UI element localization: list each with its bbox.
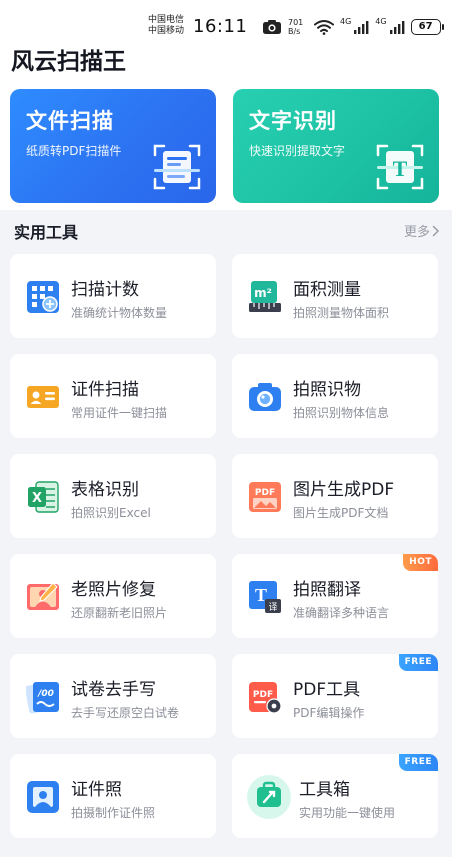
exam-paper-icon: /00 — [26, 682, 59, 714]
tool-desc: 常用证件一键扫描 — [71, 406, 168, 420]
tool-name: 面积测量 — [293, 280, 361, 300]
app-title: 风云扫描王 — [11, 49, 126, 75]
tool-name: 拍照识物 — [293, 380, 361, 400]
image-pdf-icon: PDF — [249, 482, 281, 512]
text-recognition-card[interactable]: 文字识别 快速识别提取文字 T — [233, 89, 439, 203]
ocr-glyph: T — [393, 156, 408, 181]
tool-card-toolbox[interactable]: FREE 工具箱 实用功能一键使用 — [232, 754, 438, 838]
tool-card-image-to-pdf[interactable]: PDF 图片生成PDF 图片生成PDF文档 — [232, 454, 438, 538]
excel-icon: X — [28, 481, 59, 513]
more-label: 更多 — [403, 225, 430, 240]
tool-card-area-measure[interactable]: m² 面积测量 拍照测量物体面积 — [232, 254, 438, 338]
tool-name: 试卷去手写 — [71, 680, 156, 700]
chevron-right-icon — [432, 225, 440, 236]
tool-name: 工具箱 — [299, 780, 350, 800]
tool-name: 老照片修复 — [71, 580, 156, 600]
tool-card-scan-count[interactable]: 扫描计数 准确统计物体数量 — [10, 254, 216, 338]
carrier-2: 中国移动 — [148, 26, 185, 36]
signal-icon-1 — [354, 21, 369, 34]
area-unit-glyph: m² — [254, 286, 272, 300]
tool-name: 扫描计数 — [71, 280, 139, 300]
network-type-1: 4G — [340, 16, 352, 26]
tool-desc: 拍照识别物体信息 — [293, 406, 390, 420]
ruler-area-icon: m² — [249, 281, 281, 312]
text-recognition-subtitle: 快速识别提取文字 — [249, 144, 346, 158]
section-title: 实用工具 — [14, 223, 79, 242]
tool-name: 证件扫描 — [71, 380, 139, 400]
tool-desc: 准确翻译多种语言 — [293, 606, 390, 620]
tool-desc: 准确统计物体数量 — [71, 306, 168, 320]
speed-value: 701 — [288, 18, 304, 27]
tool-name: 证件照 — [71, 780, 122, 800]
tool-desc: 拍摄制作证件照 — [71, 806, 156, 820]
carrier-1: 中国电信 — [148, 15, 185, 25]
tool-card-pdf-tools[interactable]: FREE PDF PDF工具 PDF编辑操作 — [232, 654, 438, 738]
signal-icon-2 — [389, 21, 404, 34]
file-scan-card[interactable]: 文件扫描 纸质转PDF扫描件 — [10, 89, 216, 203]
tool-desc: 拍照识别Excel — [71, 506, 151, 520]
camera-icon — [249, 383, 281, 411]
free-badge: FREE — [398, 754, 438, 771]
tool-card-exam-cleaner[interactable]: /00 试卷去手写 去手写还原空白试卷 — [10, 654, 216, 738]
tool-desc: 实用功能一键使用 — [299, 806, 396, 820]
photo-restore-icon — [27, 582, 59, 610]
tool-desc: PDF编辑操作 — [293, 706, 365, 720]
pdf-glyph: PDF — [255, 488, 275, 498]
hot-badge: HOT — [403, 554, 438, 571]
tool-name: PDF工具 — [293, 680, 361, 700]
wifi-icon — [314, 20, 334, 35]
more-link[interactable]: 更多 — [404, 221, 440, 240]
file-scan-title: 文件扫描 — [26, 109, 114, 133]
toolbox-icon — [247, 775, 291, 819]
translate-sub-glyph: 译 — [268, 602, 277, 613]
tool-desc: 还原翻新老旧照片 — [71, 606, 168, 620]
tool-desc: 拍照测量物体面积 — [293, 306, 390, 320]
grid-count-icon — [27, 281, 59, 313]
text-recognition-title: 文字识别 — [249, 109, 337, 133]
exam-glyph: /00 — [37, 689, 54, 699]
id-card-icon — [27, 386, 59, 408]
speed-unit: B/s — [288, 27, 301, 36]
free-badge: FREE — [398, 654, 438, 671]
translate-icon: T 译 — [249, 581, 281, 613]
pdf-tools-glyph: PDF — [253, 690, 273, 700]
network-speed: 701 B/s — [288, 18, 308, 36]
id-photo-icon — [27, 781, 59, 813]
excel-glyph: X — [32, 491, 42, 506]
file-scan-subtitle: 纸质转PDF扫描件 — [26, 144, 122, 158]
tool-name: 图片生成PDF — [293, 480, 395, 500]
tool-desc: 去手写还原空白试卷 — [71, 706, 180, 720]
tool-card-id-photo[interactable]: 证件照 拍摄制作证件照 — [10, 754, 216, 838]
status-bar: 中国电信 中国移动 16:11 701 B/s 4G 4G 67 — [0, 0, 452, 40]
carrier-info: 中国电信 中国移动 — [148, 15, 184, 37]
network-type-2: 4G — [375, 16, 387, 26]
document-scan-icon — [153, 144, 201, 190]
tool-card-id-scan[interactable]: 证件扫描 常用证件一键扫描 — [10, 354, 216, 438]
tool-name: 拍照翻译 — [293, 580, 361, 600]
tool-name: 表格识别 — [71, 480, 139, 500]
pdf-tools-icon: PDF — [249, 682, 282, 714]
camera-status-icon — [263, 20, 281, 34]
tool-card-table-recognition[interactable]: X 表格识别 拍照识别Excel — [10, 454, 216, 538]
status-time: 16:11 — [193, 16, 248, 37]
battery-indicator: 67 — [410, 19, 444, 35]
status-icons: 701 B/s 4G 4G 67 — [262, 16, 444, 38]
text-scan-icon: T — [376, 144, 424, 190]
tool-card-photo-restore[interactable]: 老照片修复 还原翻新老旧照片 — [10, 554, 216, 638]
tool-desc: 图片生成PDF文档 — [293, 506, 389, 520]
tool-card-object-recognition[interactable]: 拍照识物 拍照识别物体信息 — [232, 354, 438, 438]
tool-card-photo-translate[interactable]: HOT T 译 拍照翻译 准确翻译多种语言 — [232, 554, 438, 638]
